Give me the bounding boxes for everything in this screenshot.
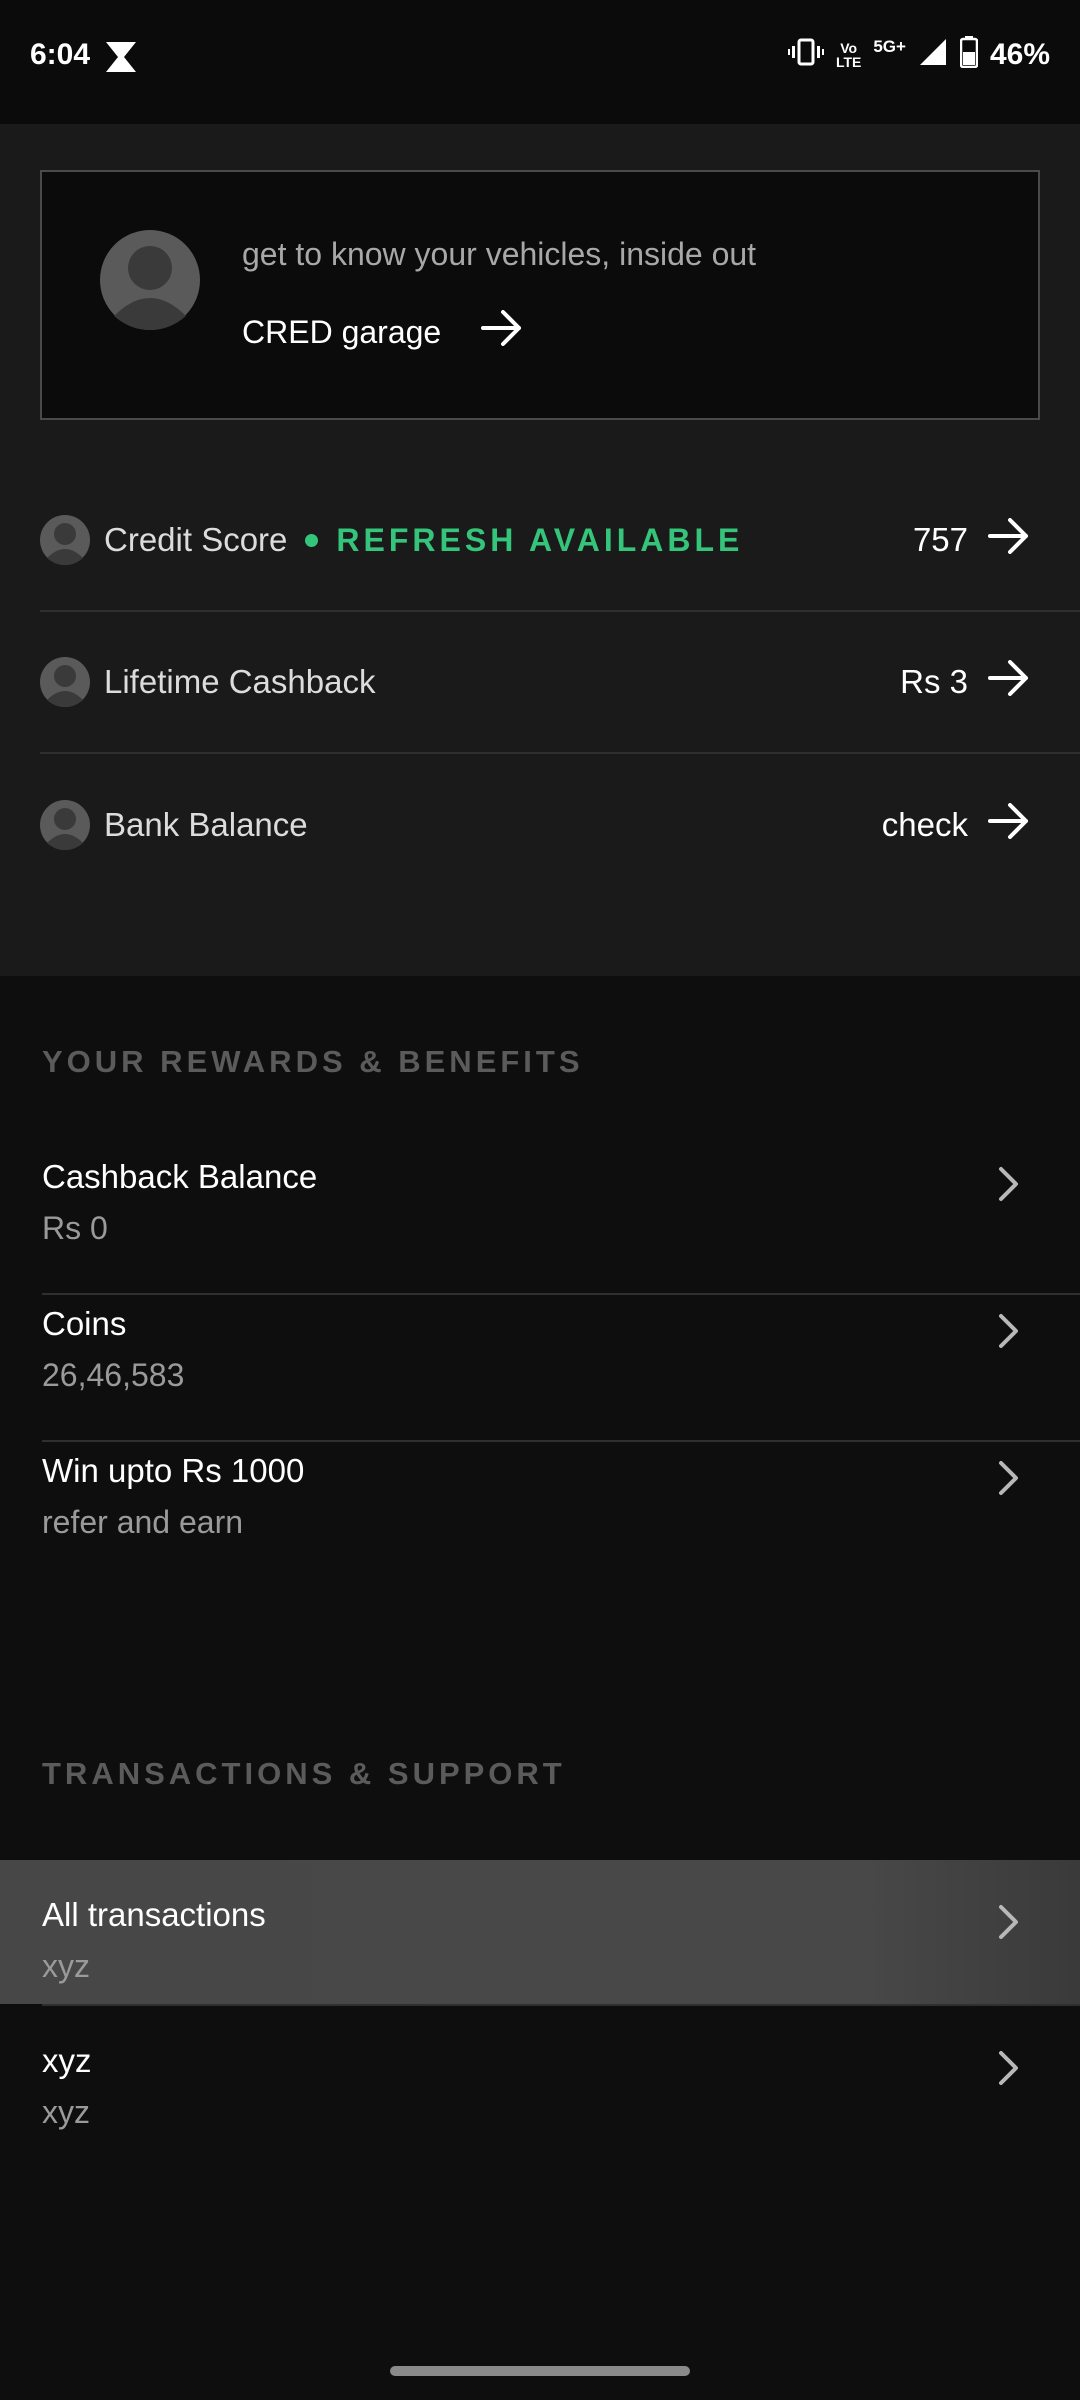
network-5g-indicator: 5G+ bbox=[873, 37, 906, 57]
lte-label: LTE bbox=[835, 53, 862, 70]
lifetime-cashback-row[interactable]: Lifetime Cashback Rs 3 bbox=[40, 612, 1080, 754]
bank-balance-value-group[interactable]: check bbox=[882, 803, 1030, 847]
avatar-icon bbox=[40, 515, 90, 565]
battery-percentage: 46% bbox=[989, 37, 1050, 71]
status-time: 6:04 bbox=[30, 38, 91, 71]
lifetime-cashback-value: Rs 3 bbox=[900, 663, 968, 700]
battery-icon bbox=[959, 36, 979, 73]
chevron-right-icon bbox=[998, 2050, 1020, 2091]
rewards-item-cashback-balance[interactable]: Cashback Balance Rs 0 bbox=[0, 1122, 1080, 1268]
refresh-available-label: REFRESH AVAILABLE bbox=[336, 521, 744, 558]
list-item-title: xyz bbox=[42, 2042, 92, 2079]
credit-score-label: Credit Score bbox=[104, 521, 288, 558]
garage-link-label: CRED garage bbox=[242, 313, 442, 350]
chevron-right-icon bbox=[998, 1460, 1020, 1501]
cred-garage-link[interactable]: CRED garage bbox=[242, 310, 523, 354]
list-item-title: Win upto Rs 1000 bbox=[42, 1452, 305, 1489]
list-item-subtitle: xyz bbox=[42, 2094, 90, 2130]
avatar-icon bbox=[40, 657, 90, 707]
volte-label: Vo bbox=[840, 39, 858, 56]
account-panel: get to know your vehicles, inside out CR… bbox=[0, 124, 1080, 976]
rewards-item-refer-and-earn[interactable]: Win upto Rs 1000 refer and earn bbox=[0, 1416, 1080, 1562]
list-item-subtitle: refer and earn bbox=[42, 1504, 244, 1540]
list-item-subtitle: xyz bbox=[42, 1948, 90, 1984]
credit-score-value-group[interactable]: 757 bbox=[913, 518, 1030, 562]
list-item-subtitle: Rs 0 bbox=[42, 1210, 108, 1246]
chevron-right-icon bbox=[998, 1166, 1020, 1207]
transactions-item-xyz[interactable]: xyz xyz bbox=[0, 2006, 1080, 2152]
status-bar: 6:04 Vo LTE 5G+ 46% bbox=[0, 0, 1080, 124]
bank-balance-row[interactable]: Bank Balance check bbox=[40, 754, 1080, 896]
chevron-right-icon bbox=[998, 1313, 1020, 1354]
arrow-right-icon bbox=[988, 660, 1030, 704]
status-dot bbox=[305, 533, 319, 547]
volte-indicator: Vo LTE bbox=[836, 41, 861, 69]
vibrate-icon bbox=[787, 37, 824, 72]
rewards-section-header: YOUR REWARDS & BENEFITS bbox=[42, 1044, 584, 1079]
bank-balance-label: Bank Balance bbox=[104, 806, 308, 843]
arrow-right-icon bbox=[988, 803, 1030, 847]
arrow-right-icon bbox=[481, 310, 523, 354]
lifetime-cashback-label: Lifetime Cashback bbox=[104, 663, 376, 700]
garage-subtitle: get to know your vehicles, inside out bbox=[242, 236, 757, 272]
home-indicator[interactable] bbox=[390, 2366, 690, 2376]
cred-garage-card[interactable]: get to know your vehicles, inside out CR… bbox=[40, 170, 1040, 420]
chevron-right-icon bbox=[998, 1904, 1020, 1945]
status-icons: Vo LTE 5G+ 46% bbox=[787, 36, 1050, 73]
signal-icon bbox=[918, 37, 948, 72]
transactions-section-header: TRANSACTIONS & SUPPORT bbox=[42, 1756, 566, 1791]
credit-score-value: 757 bbox=[912, 521, 968, 558]
list-item-subtitle: 26,46,583 bbox=[42, 1357, 185, 1393]
avatar-icon bbox=[100, 230, 200, 330]
network-5g-label: 5G+ bbox=[873, 36, 906, 56]
refresh-available-badge[interactable]: REFRESH AVAILABLE bbox=[305, 522, 743, 559]
arrow-right-icon bbox=[988, 518, 1030, 562]
list-item-title: Cashback Balance bbox=[42, 1158, 318, 1195]
avatar-icon bbox=[40, 800, 90, 850]
bank-balance-value: check bbox=[881, 806, 968, 843]
list-item-title: Coins bbox=[42, 1305, 127, 1342]
transactions-item-all-transactions[interactable]: All transactions xyz bbox=[0, 1860, 1080, 2004]
list-item-title: All transactions bbox=[42, 1896, 266, 1933]
lifetime-cashback-value-group[interactable]: Rs 3 bbox=[900, 660, 1030, 704]
rewards-item-coins[interactable]: Coins 26,46,583 bbox=[0, 1269, 1080, 1415]
hourglass-icon bbox=[104, 42, 138, 77]
credit-score-row[interactable]: Credit Score REFRESH AVAILABLE 757 bbox=[40, 470, 1080, 612]
